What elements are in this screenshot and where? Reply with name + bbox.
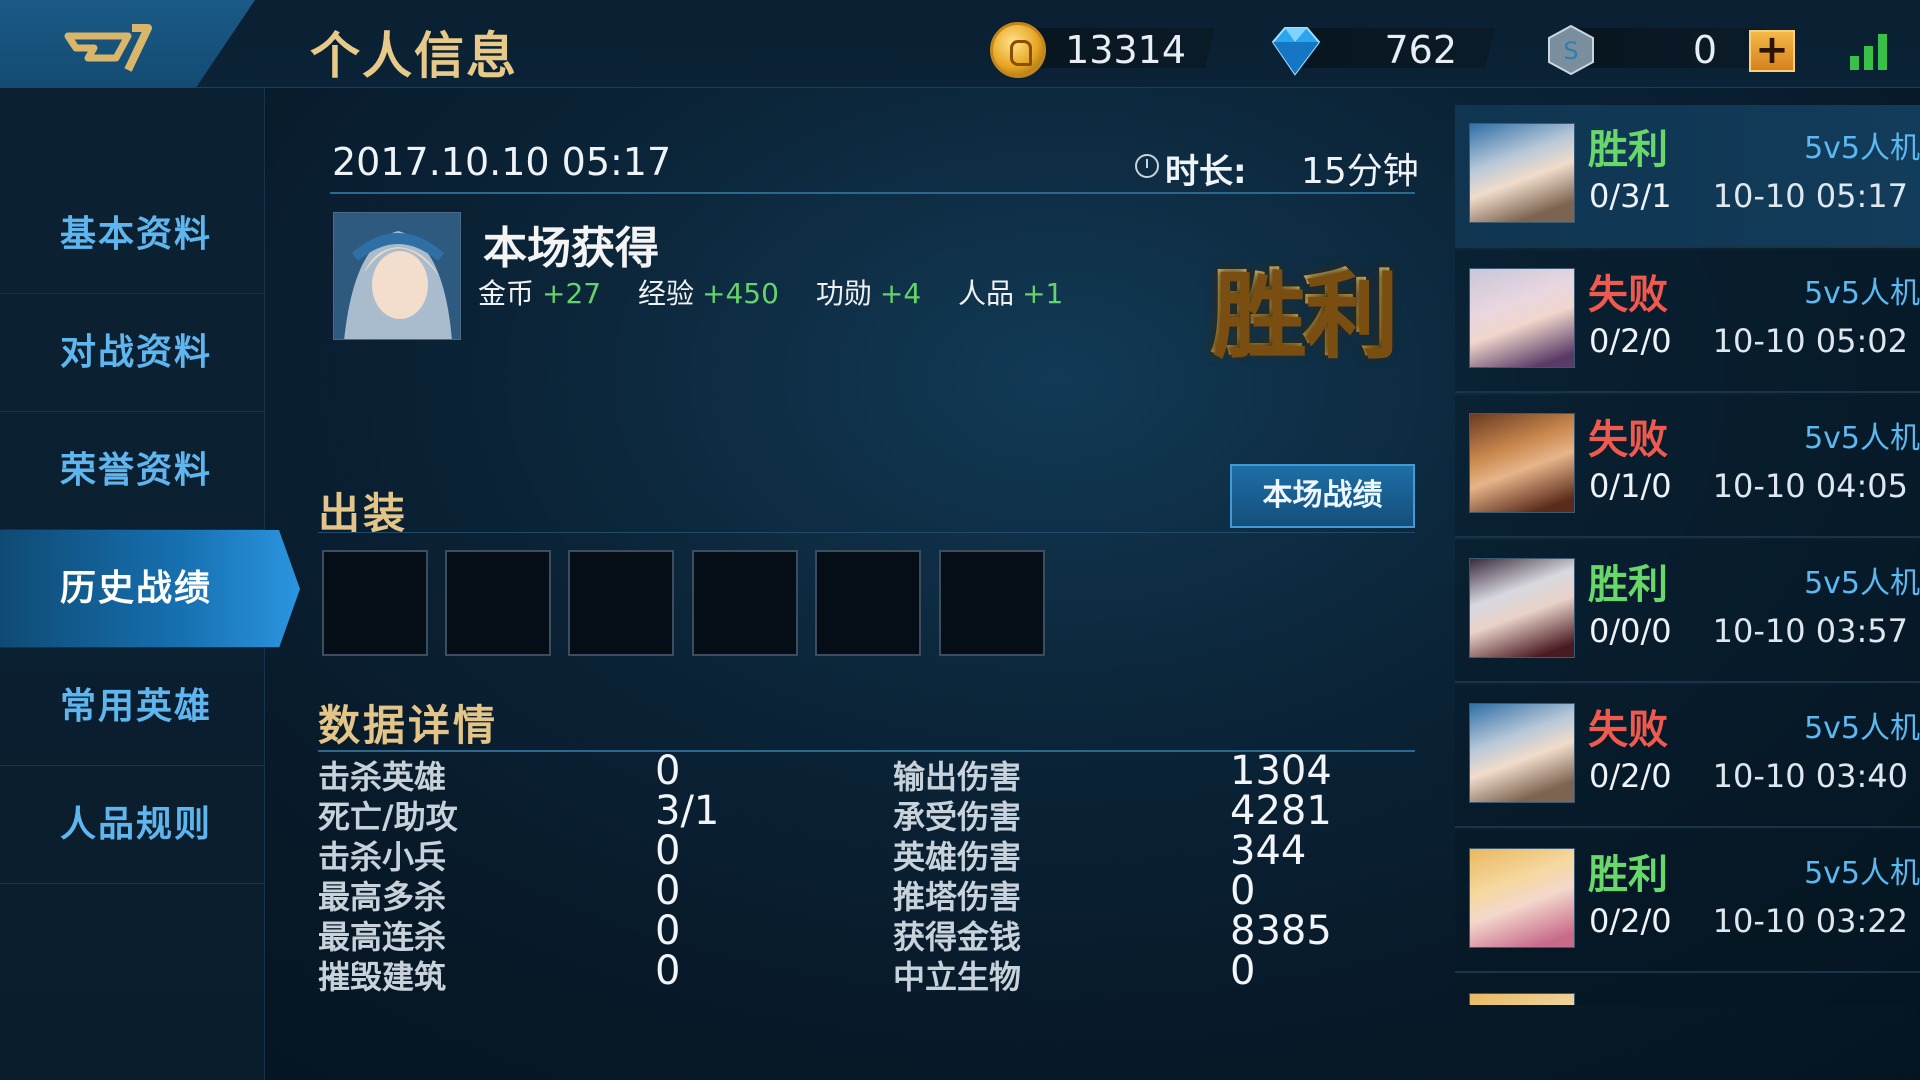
history-time: 10-10 03:57 bbox=[1712, 612, 1908, 650]
add-voucher-button[interactable]: + bbox=[1749, 30, 1795, 72]
reward-gold-value: +27 bbox=[542, 277, 602, 310]
history-mode: 5v5人机 bbox=[1804, 856, 1920, 891]
hero-portrait-art bbox=[334, 213, 460, 339]
diamond-value: 762 bbox=[1384, 28, 1457, 72]
nav-item-credit-rules[interactable]: 人品规则 bbox=[0, 766, 265, 884]
history-item[interactable]: 失败 0/2/0 5v5人机 10-10 05:02 bbox=[1455, 250, 1920, 393]
match-detail-panel: 2017.10.10 05:17 时长: 15分钟 本场获得 金币 +27 经验 +… bbox=[265, 88, 1455, 1080]
history-result: 失败 bbox=[1588, 707, 1668, 753]
history-result: 胜利 bbox=[1588, 852, 1668, 898]
duration-value: 15分钟 bbox=[1301, 151, 1419, 192]
history-item[interactable]: 胜利 0/2/0 5v5人机 10-10 03:22 bbox=[1455, 830, 1920, 973]
hero-portrait bbox=[1469, 703, 1575, 803]
voucher-value: 0 bbox=[1692, 28, 1717, 72]
victory-banner: 胜利 bbox=[1210, 238, 1396, 374]
history-item[interactable]: 失败 0/2/0 5v5人机 10-10 03:40 bbox=[1455, 685, 1920, 828]
history-time: 10-10 05:17 bbox=[1712, 177, 1908, 215]
history-mode: 5v5人机 bbox=[1804, 276, 1920, 311]
clock-icon bbox=[1135, 154, 1159, 178]
history-item[interactable]: 胜利 0/0/0 5v5人机 10-10 03:57 bbox=[1455, 540, 1920, 683]
gold-counter: 13314 bbox=[990, 22, 1220, 78]
gold-value: 13314 bbox=[1065, 28, 1186, 72]
stat-label: 中立生物 bbox=[893, 958, 1022, 996]
equipment-slot[interactable] bbox=[568, 550, 674, 656]
equipment-slot[interactable] bbox=[692, 550, 798, 656]
stat-value: 0 bbox=[1230, 948, 1256, 994]
svg-text:S: S bbox=[1563, 37, 1578, 65]
nav-item-common-heroes[interactable]: 常用英雄 bbox=[0, 648, 265, 766]
history-mode: 5v5人机 bbox=[1804, 711, 1920, 746]
history-kda: 0/2/0 bbox=[1589, 902, 1672, 940]
nav-item-match-history[interactable]: 历史战绩 bbox=[0, 530, 300, 648]
history-result: 失败 bbox=[1588, 417, 1668, 463]
signal-strength-icon bbox=[1850, 34, 1887, 70]
stat-label: 摧毁建筑 bbox=[318, 958, 447, 996]
hero-portrait bbox=[1469, 123, 1575, 223]
history-result: 失败 bbox=[1588, 272, 1668, 318]
reward-list: 金币 +27 经验 +450 功勋 +4 人品 +1 bbox=[478, 272, 1091, 312]
nav-item-honor-info[interactable]: 荣誉资料 bbox=[0, 412, 265, 530]
hero-portrait bbox=[1469, 848, 1575, 948]
history-kda: 0/1/0 bbox=[1589, 467, 1672, 505]
history-time: 10-10 05:02 bbox=[1712, 322, 1908, 360]
history-time: 10-10 04:05 bbox=[1712, 467, 1908, 505]
history-mode: 5v5人机 bbox=[1804, 566, 1920, 601]
match-datetime: 2017.10.10 05:17 bbox=[332, 140, 672, 184]
side-nav: 基本资料 对战资料 荣誉资料 历史战绩 常用英雄 人品规则 bbox=[0, 88, 300, 1080]
equipment-slot[interactable] bbox=[445, 550, 551, 656]
diamond-icon bbox=[1271, 27, 1321, 76]
history-kda: 0/0/0 bbox=[1589, 612, 1672, 650]
reward-credit-label: 人品 bbox=[958, 277, 1015, 310]
hero-portrait bbox=[1469, 993, 1575, 1005]
history-kda: 0/3/1 bbox=[1589, 177, 1672, 215]
history-item[interactable] bbox=[1455, 975, 1920, 1005]
nav-item-battle-info[interactable]: 对战资料 bbox=[0, 294, 265, 412]
divider bbox=[330, 192, 1415, 194]
details-title: 数据详情 bbox=[318, 701, 499, 750]
gold-coin-icon bbox=[990, 22, 1046, 78]
equipment-slot[interactable] bbox=[322, 550, 428, 656]
equipment-slot[interactable] bbox=[939, 550, 1045, 656]
history-mode: 5v5人机 bbox=[1804, 131, 1920, 166]
reward-gold-label: 金币 bbox=[478, 277, 535, 310]
diamond-counter: 762 bbox=[1265, 22, 1495, 76]
history-result: 胜利 bbox=[1588, 127, 1668, 173]
reward-merit-value: +4 bbox=[879, 277, 922, 310]
history-item[interactable]: 胜利 0/3/1 5v5人机 10-10 05:17 bbox=[1455, 105, 1920, 248]
history-mode: 5v5人机 bbox=[1804, 421, 1920, 456]
reward-credit-value: +1 bbox=[1022, 277, 1064, 310]
history-kda: 0/2/0 bbox=[1589, 757, 1672, 795]
history-time: 10-10 03:40 bbox=[1712, 757, 1908, 795]
hero-portrait bbox=[1469, 558, 1575, 658]
reward-merit-label: 功勋 bbox=[815, 277, 872, 310]
divider bbox=[318, 532, 1415, 533]
page-title: 个人信息 bbox=[310, 27, 518, 85]
match-history-list[interactable]: 胜利 0/3/1 5v5人机 10-10 05:17 失败 0/2/0 5v5人… bbox=[1455, 105, 1920, 1005]
back-arrow-icon bbox=[64, 24, 152, 72]
hero-portrait bbox=[1469, 268, 1575, 368]
reward-exp-label: 经验 bbox=[638, 277, 695, 310]
hero-portrait bbox=[333, 212, 461, 340]
hero-portrait bbox=[1469, 413, 1575, 513]
nav-item-basic-info[interactable]: 基本资料 bbox=[0, 176, 265, 294]
duration-label: 时长: bbox=[1165, 152, 1247, 192]
history-kda: 0/2/0 bbox=[1589, 322, 1672, 360]
voucher-icon: S bbox=[1548, 24, 1594, 76]
reward-title: 本场获得 bbox=[483, 223, 659, 274]
voucher-counter: S 0 bbox=[1543, 22, 1773, 76]
equipment-slot[interactable] bbox=[815, 550, 921, 656]
history-item[interactable]: 失败 0/1/0 5v5人机 10-10 04:05 bbox=[1455, 395, 1920, 538]
stat-value: 0 bbox=[655, 948, 681, 994]
match-stats-button[interactable]: 本场战绩 bbox=[1230, 464, 1415, 528]
top-bar: 个人信息 13314 762 S 0 + bbox=[0, 0, 1920, 106]
reward-exp-value: +450 bbox=[702, 277, 779, 310]
history-time: 10-10 03:22 bbox=[1712, 902, 1908, 940]
history-result: 胜利 bbox=[1588, 562, 1668, 608]
